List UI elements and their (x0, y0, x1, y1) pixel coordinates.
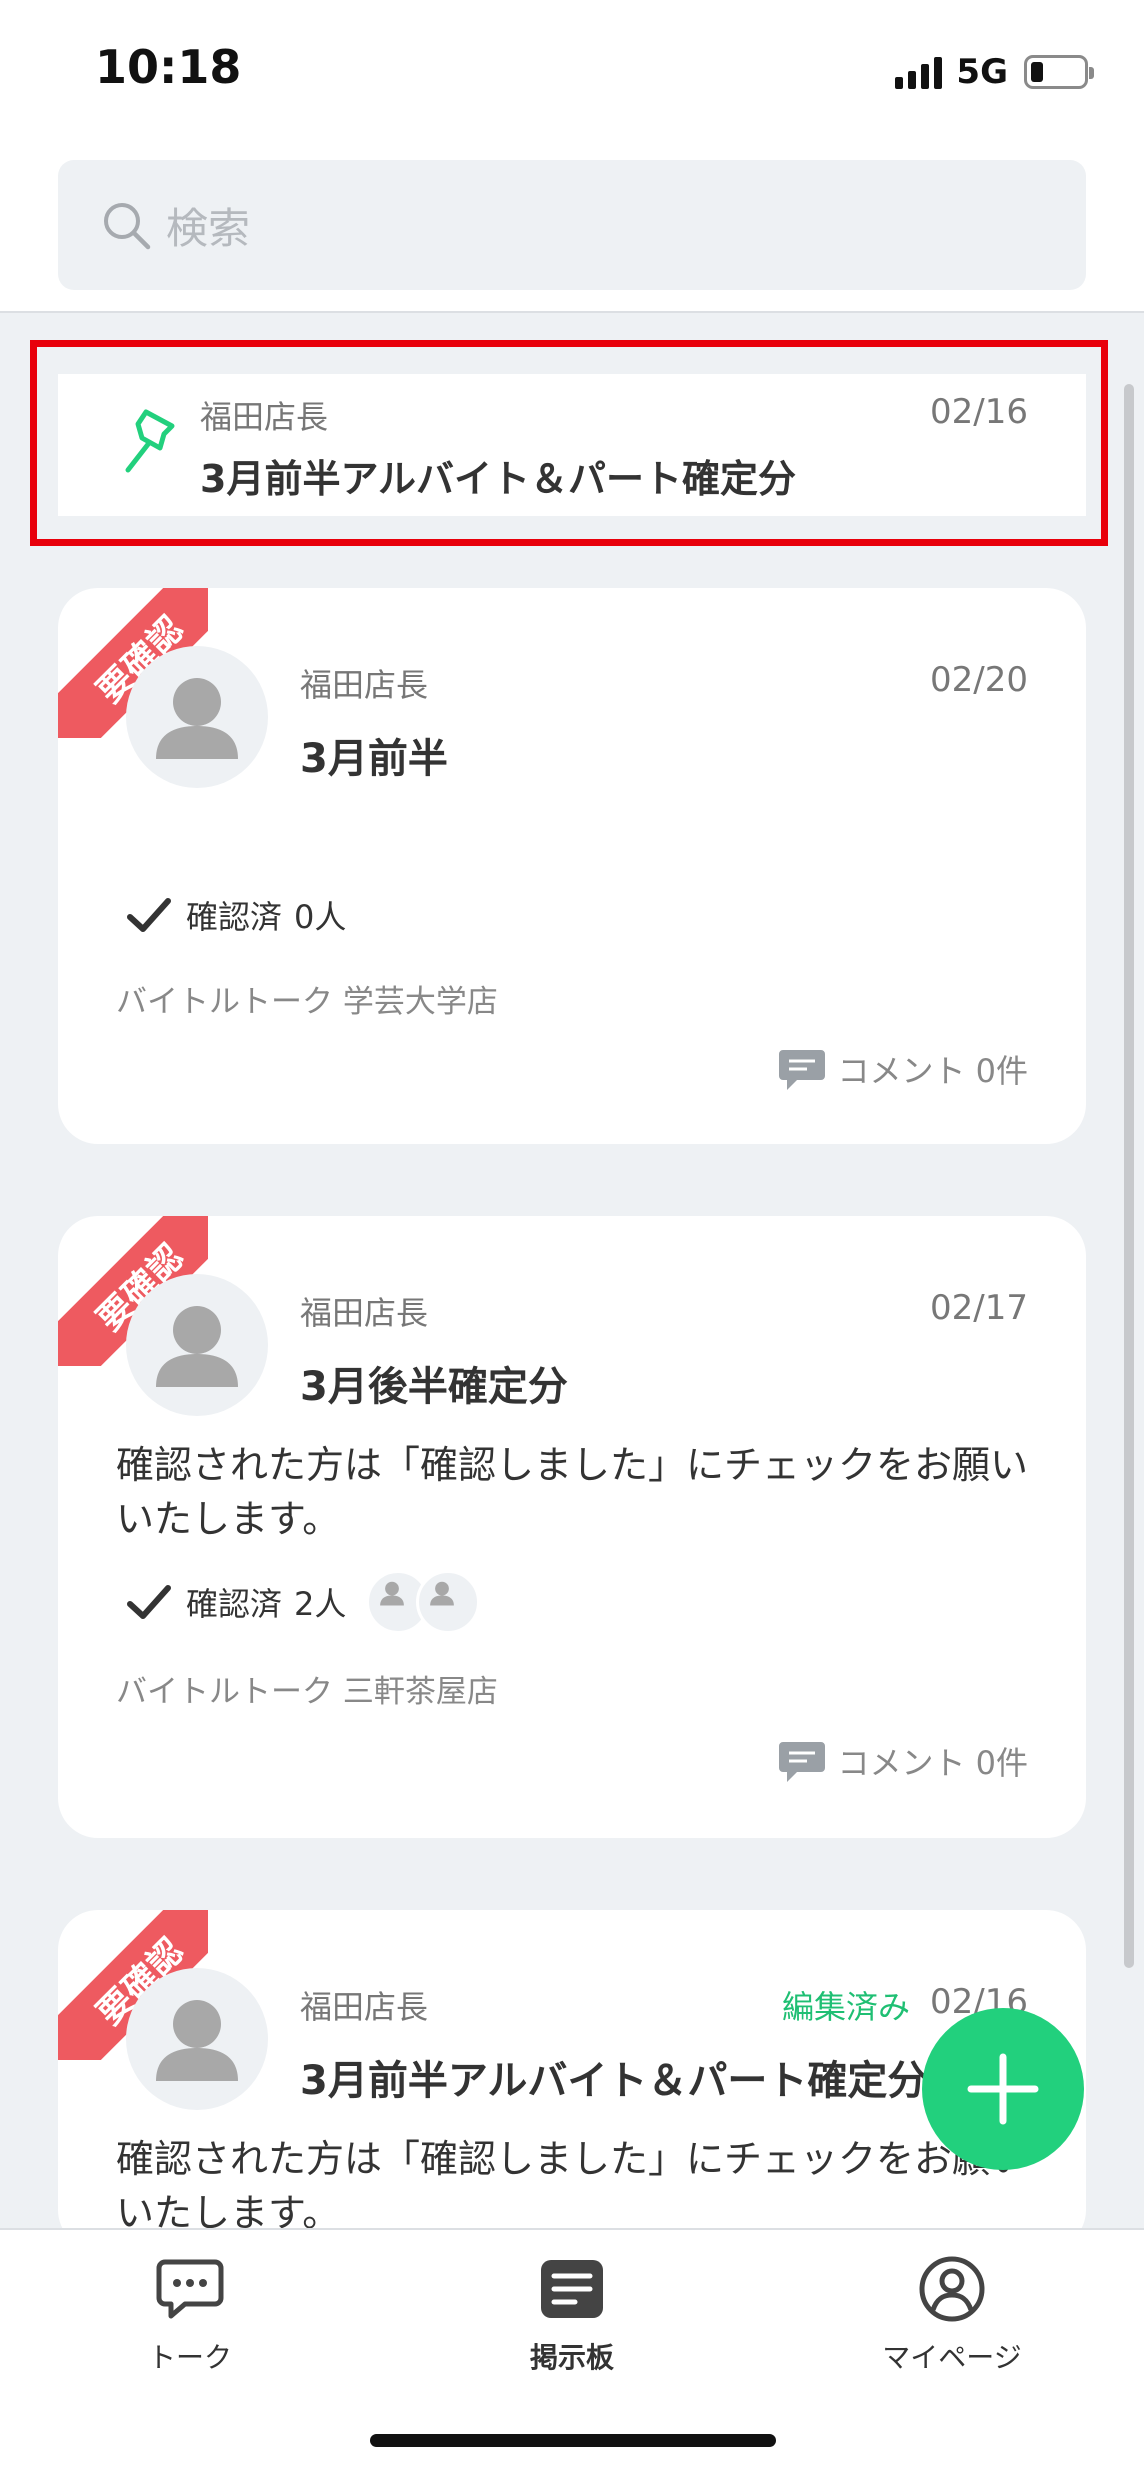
avatar (126, 1968, 268, 2110)
add-post-button[interactable] (922, 2008, 1084, 2170)
board-icon (541, 2260, 603, 2318)
battery-icon (1024, 55, 1094, 89)
store-name: バイトルトーク 三軒茶屋店 (116, 1674, 498, 1710)
nav-label: マイページ (882, 2341, 1022, 2374)
post-date: 02/20 (930, 660, 1028, 700)
confirm-label: 確認済 (186, 1585, 283, 1623)
scrollbar[interactable] (1124, 384, 1134, 1968)
plus-icon (967, 2053, 1039, 2125)
pinned-post[interactable]: 福田店長 02/16 3月前半アルバイト＆パート確定分 (58, 374, 1086, 516)
nav-item-board[interactable]: 掲示板 (462, 2254, 682, 2376)
post-author: 福田店長 (300, 666, 429, 704)
search-icon (104, 203, 151, 250)
post-author: 福田店長 (300, 1988, 429, 2026)
chat-bubble-icon (156, 2259, 224, 2319)
post-body: 確認された方は「確認しました」にチェックをお願いいたします。 (116, 2137, 1029, 2235)
nav-label: 掲示板 (529, 2341, 614, 2374)
post-card[interactable]: 要確認 福田店長 02/20 3月前半 確認済 0人 バイトルトーク 学芸大学店… (58, 588, 1086, 1144)
user-icon (430, 1581, 455, 1606)
user-icon (380, 1581, 405, 1606)
status-time: 10:18 (95, 40, 242, 94)
user-icon (156, 2000, 238, 2081)
post-title: 3月前半アルバイト＆パート確定分 (300, 2058, 928, 2104)
pinned-author: 福田店長 (200, 398, 329, 436)
user-icon (156, 678, 238, 759)
check-icon (127, 1585, 171, 1619)
search-input[interactable]: 検索 (166, 195, 250, 256)
post-title: 3月前半 (300, 736, 448, 782)
post-card[interactable]: 要確認 福田店長 02/17 3月後半確定分 確認された方は「確認しました」にチ… (58, 1216, 1086, 1838)
confirmed-avatars (366, 1570, 481, 1634)
nav-item-mypage[interactable]: マイページ (842, 2254, 1062, 2376)
home-indicator[interactable] (370, 2434, 776, 2447)
post-author: 福田店長 (300, 1294, 429, 1332)
store-name: バイトルトーク 学芸大学店 (116, 984, 498, 1020)
avatar (416, 1570, 481, 1634)
comment-count[interactable]: コメント 0件 (777, 1738, 1028, 1784)
network-type: 5G (956, 52, 1008, 92)
comment-label: コメント 0件 (837, 1052, 1028, 1090)
pin-icon (125, 409, 175, 473)
comment-count[interactable]: コメント 0件 (777, 1046, 1028, 1092)
user-icon (156, 1306, 238, 1387)
confirm-label: 確認済 (186, 898, 283, 936)
avatar (126, 1274, 268, 1416)
check-icon (127, 898, 171, 932)
pinned-date: 02/16 (930, 392, 1028, 432)
avatar (126, 646, 268, 788)
status-indicators: 5G (895, 50, 1094, 94)
comment-label: コメント 0件 (837, 1744, 1028, 1782)
confirm-status[interactable]: 確認済 0人 (126, 892, 346, 938)
signal-icon (895, 55, 943, 89)
post-title: 3月後半確定分 (300, 1364, 568, 1410)
nav-label: トーク (147, 2341, 232, 2374)
comment-icon (779, 1742, 826, 1782)
confirm-count: 2人 (294, 1585, 347, 1623)
confirm-count: 0人 (294, 898, 347, 936)
search-bar[interactable]: 検索 (58, 160, 1086, 290)
edited-label: 編集済み (781, 1988, 910, 2026)
confirm-status[interactable]: 確認済 2人 (126, 1570, 481, 1634)
user-circle-icon (919, 2256, 985, 2322)
post-date: 02/17 (930, 1288, 1028, 1328)
post-body: 確認された方は「確認しました」にチェックをお願いいたします。 (116, 1443, 1029, 1541)
top-bar: 10:18 5G 検索 (0, 0, 1144, 313)
comment-icon (779, 1050, 826, 1090)
nav-item-talk[interactable]: トーク (80, 2254, 300, 2376)
pinned-title: 3月前半アルバイト＆パート確定分 (200, 457, 797, 501)
